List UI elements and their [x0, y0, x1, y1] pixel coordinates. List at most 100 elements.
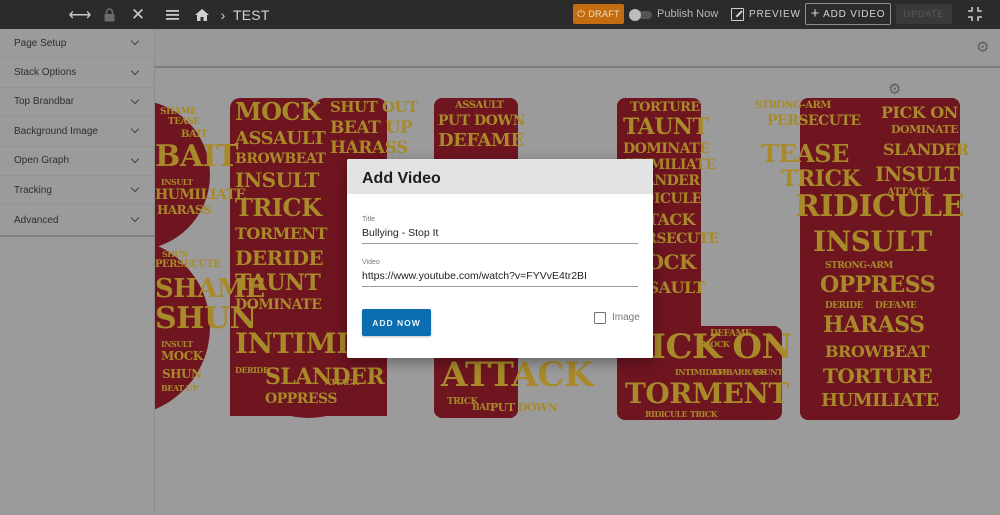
sidebar-item-label: Open Graph	[14, 155, 70, 167]
image-checkbox-label: Image	[612, 312, 640, 323]
title-field-label: Title	[362, 216, 375, 223]
word-cloud-word: SLANDER	[883, 140, 969, 159]
image-checkbox[interactable]	[594, 312, 606, 324]
word-cloud-word: HARASS	[823, 312, 925, 338]
resize-horizontal-icon[interactable]: ⟷	[69, 0, 92, 29]
breadcrumb-page-name[interactable]: TEST	[233, 0, 269, 29]
home-icon[interactable]	[194, 0, 210, 29]
word-cloud-word: DOMINATE	[235, 297, 322, 313]
word-cloud-word: INSULT	[161, 177, 193, 187]
menu-icon[interactable]	[164, 0, 180, 29]
chevron-down-icon	[130, 154, 140, 163]
collapse-fullscreen-icon[interactable]	[968, 7, 982, 21]
block-settings-gear-icon[interactable]: ⚙	[888, 82, 901, 97]
sidebar-item-advanced[interactable]: Advanced	[0, 205, 155, 234]
chevron-down-icon	[130, 125, 140, 134]
word-cloud-word: OPPRESS	[265, 391, 337, 407]
publish-now-label: Publish Now	[657, 8, 719, 20]
sidebar-item-label: Top Brandbar	[14, 96, 75, 108]
word-cloud-word: PICK ON	[881, 103, 958, 122]
top-toolbar: ⟷ ✕ › TEST ⏻ DRAFT Publish Now PREVIEW +…	[0, 0, 1000, 29]
word-cloud-word: SHUN	[162, 367, 202, 381]
word-cloud-word: MOCK	[235, 97, 321, 126]
word-cloud-word: DERIDE	[235, 246, 324, 270]
chevron-down-icon	[130, 66, 140, 75]
word-cloud-word: TORTURE	[630, 100, 700, 115]
chevron-down-icon	[130, 36, 140, 46]
power-icon: ⏻	[577, 8, 586, 20]
word-cloud-word: SHAME	[160, 107, 197, 117]
word-cloud-word: TAUNT	[753, 367, 783, 377]
word-cloud-word: BEAT UP	[330, 118, 413, 138]
word-cloud-word: RIDICULE	[645, 409, 688, 419]
sidebar-item-top-brandbar[interactable]: Top Brandbar	[0, 88, 155, 118]
dialog-title: Add Video	[347, 159, 653, 194]
word-cloud-word: DERIDE	[825, 301, 864, 311]
plus-icon: +	[810, 4, 821, 22]
add-now-button[interactable]: ADD NOW	[362, 309, 431, 336]
word-cloud-word: BROWBEAT	[235, 151, 326, 167]
draft-label: DRAFT	[588, 9, 620, 19]
word-cloud-word: INSULT	[875, 162, 959, 186]
sidebar-accordion: Page Setup Stack Options Top Brandbar Backg…	[0, 29, 155, 237]
word-cloud-word: MOCK	[702, 339, 730, 349]
sidebar-item-open-graph[interactable]: Open Graph	[0, 147, 155, 176]
word-cloud-word: DEFAME	[710, 329, 752, 339]
title-field[interactable]: Title	[362, 216, 638, 244]
video-url-input[interactable]	[362, 268, 638, 286]
word-cloud-word: HARASS	[330, 138, 408, 158]
update-button[interactable]: UPDATE	[896, 4, 952, 24]
add-video-button[interactable]: + ADD VIDEO	[805, 3, 891, 25]
word-cloud-word: SHUT OUT	[330, 98, 418, 116]
word-cloud-word: PUT DOWN	[490, 401, 558, 414]
external-edit-icon	[731, 7, 744, 21]
word-cloud-word: ASSAULT	[235, 128, 326, 149]
word-cloud-word: TORMENT	[625, 377, 789, 410]
word-cloud-word: OPPRESS	[820, 272, 936, 298]
settings-sidebar: Page Setup Stack Options Top Brandbar Backg…	[0, 29, 155, 515]
sidebar-item-label: Background Image	[14, 125, 98, 137]
word-cloud-word: DOMINATE	[891, 123, 959, 136]
sidebar-item-page-setup[interactable]: Page Setup	[0, 29, 155, 59]
word-cloud-word: HUMILIATE	[821, 390, 939, 411]
add-video-dialog: Add Video Title Video ADD NOW Image	[347, 159, 653, 358]
word-cloud-word: DOMINATE	[623, 141, 710, 157]
video-field[interactable]: Video	[362, 259, 638, 287]
word-cloud-word: MOCK	[161, 349, 203, 363]
sidebar-item-label: Advanced	[14, 214, 59, 226]
word-cloud-word: ASSAULT	[455, 100, 504, 111]
page-settings-gear-icon[interactable]: ⚙	[976, 40, 989, 55]
title-input[interactable]	[362, 225, 638, 243]
word-cloud-word: PERSECUTE	[155, 259, 221, 270]
word-cloud-word: DEFAME	[875, 301, 917, 311]
canvas-header-strip: ⚙	[155, 29, 1000, 68]
word-cloud-word: ATTACK	[325, 377, 359, 387]
draft-button[interactable]: ⏻ DRAFT	[573, 4, 624, 24]
word-cloud-word: TORTURE	[823, 364, 933, 388]
word-cloud-word: PERSECUTE	[767, 113, 861, 129]
preview-label: PREVIEW	[749, 8, 801, 20]
sidebar-item-stack-options[interactable]: Stack Options	[0, 58, 155, 88]
word-cloud-word: TAUNT	[623, 114, 709, 140]
word-cloud-word: DEFAME	[438, 130, 524, 151]
word-cloud-word: STRONG-ARM	[755, 100, 831, 111]
word-cloud-word: INSULT	[161, 339, 193, 349]
publish-toggle[interactable]	[629, 9, 652, 21]
toggle-knob	[629, 9, 641, 21]
word-cloud-word: TEASE	[761, 139, 849, 168]
sidebar-item-tracking[interactable]: Tracking	[0, 176, 155, 206]
word-cloud-word: ATTACK	[441, 355, 594, 395]
word-cloud-word: TRICK	[235, 193, 322, 222]
lock-icon[interactable]	[101, 0, 117, 29]
word-cloud-word: DERIDE	[235, 365, 269, 375]
word-cloud-word: TRICK	[690, 409, 718, 419]
close-icon[interactable]: ✕	[130, 0, 146, 29]
word-cloud-word: INSULT	[813, 225, 932, 258]
sidebar-item-background-image[interactable]: Background Image	[0, 117, 155, 147]
word-cloud-word: PUT DOWN	[438, 113, 525, 129]
word-cloud-word: TRICK	[781, 166, 861, 192]
word-cloud-word: STRONG-ARM	[825, 261, 893, 271]
preview-button[interactable]: PREVIEW	[731, 4, 801, 24]
word-cloud-word: BEAT UP	[161, 383, 198, 393]
word-cloud-word: HARASS	[157, 203, 212, 217]
